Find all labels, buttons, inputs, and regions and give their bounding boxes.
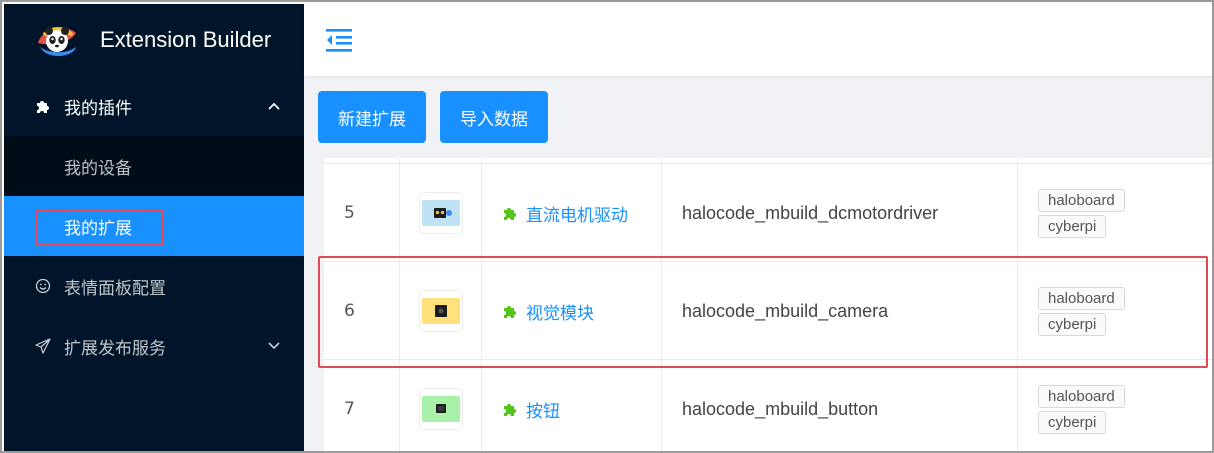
thumb-fill [421, 200, 460, 226]
row-name-cell: 直流电机驱动 [482, 164, 662, 262]
row-index: 6 [324, 262, 400, 360]
sidebar: Extension Builder 我的插件 我的设备 我的扩展 表情面板配置 [4, 4, 304, 451]
tag-badge: haloboard [1038, 286, 1125, 310]
toolbar: 新建扩展 导入数据 [304, 76, 1212, 158]
chevron-up-icon [268, 102, 280, 110]
brand: Extension Builder [4, 4, 304, 76]
button-module-thumbnail-icon [419, 389, 462, 429]
chevron-down-icon [268, 342, 280, 350]
tag-badge: cyberpi [1038, 410, 1107, 434]
row-index: 5 [324, 164, 400, 262]
puzzle-icon [502, 303, 518, 319]
new-extension-button[interactable]: 新建扩展 [318, 91, 426, 143]
row-name-cell: 视觉模块 [482, 262, 662, 360]
import-data-button[interactable]: 导入数据 [440, 91, 548, 143]
extension-name-link[interactable]: 按钮 [502, 397, 560, 422]
thumb-fill [421, 298, 460, 324]
row-thumb-cell [400, 164, 482, 262]
row-name-cell: 按钮 [482, 360, 662, 451]
menu-fold-icon[interactable] [324, 27, 354, 53]
dc-motor-driver-thumbnail-icon [419, 193, 462, 233]
smile-icon [34, 277, 52, 295]
extension-name: 视觉模块 [526, 303, 594, 324]
table-row[interactable]: 5 直流电机驱动 halocode_mbuild_dcmotordriver h… [324, 164, 1212, 262]
menu-emoji-panel-config[interactable]: 表情面板配置 [4, 256, 304, 316]
menu-my-plugins-label: 我的插件 [64, 98, 132, 119]
sidebar-item-my-extensions[interactable]: 我的扩展 [4, 196, 304, 256]
sidebar-item-my-devices[interactable]: 我的设备 [4, 136, 304, 196]
row-tags: haloboard cyberpi [1018, 262, 1212, 360]
submenu-my-plugins: 我的设备 我的扩展 [4, 136, 304, 256]
puzzle-icon [502, 401, 518, 417]
window-frame: Extension Builder 我的插件 我的设备 我的扩展 表情面板配置 [0, 0, 1214, 453]
row-thumb-cell [400, 262, 482, 360]
puzzle-icon [502, 205, 518, 221]
row-id: halocode_mbuild_camera [662, 262, 1018, 360]
tag-badge: cyberpi [1038, 312, 1107, 336]
row-id: halocode_mbuild_button [662, 360, 1018, 451]
extensions-table: 5 直流电机驱动 halocode_mbuild_dcmotordriver h… [324, 158, 1212, 451]
table-row[interactable]: 6 视觉模块 halocode_mbuild_camera haloboard … [324, 262, 1212, 360]
row-thumb-cell [400, 360, 482, 451]
tag-badge: haloboard [1038, 384, 1125, 408]
send-icon [34, 337, 52, 355]
table-row[interactable]: 7 按钮 halocode_mbuild_button haloboard cy… [324, 360, 1212, 451]
extension-name-link[interactable]: 视觉模块 [502, 299, 594, 324]
tag-badge: cyberpi [1038, 214, 1107, 238]
thumb-fill [421, 396, 460, 422]
app-title: Extension Builder [100, 27, 272, 52]
menu-extension-publish[interactable]: 扩展发布服务 [4, 316, 304, 376]
menu-publish-label: 扩展发布服务 [64, 338, 166, 359]
extension-name-link[interactable]: 直流电机驱动 [502, 201, 628, 226]
row-index: 7 [324, 360, 400, 451]
camera-module-thumbnail-icon [419, 291, 462, 331]
sidebar-item-label: 我的设备 [64, 158, 132, 179]
extension-name: 直流电机驱动 [526, 205, 628, 226]
puzzle-icon [34, 97, 52, 115]
menu-emoji-label: 表情面板配置 [64, 278, 166, 299]
menu-my-plugins[interactable]: 我的插件 [4, 76, 304, 136]
extension-name: 按钮 [526, 401, 560, 422]
row-tags: haloboard cyberpi [1018, 360, 1212, 451]
top-bar [304, 4, 1212, 76]
panda-logo-icon [34, 17, 80, 63]
row-tags: haloboard cyberpi [1018, 164, 1212, 262]
tag-badge: haloboard [1038, 188, 1125, 212]
sidebar-item-label: 我的扩展 [64, 218, 132, 239]
row-id: halocode_mbuild_dcmotordriver [662, 164, 1018, 262]
